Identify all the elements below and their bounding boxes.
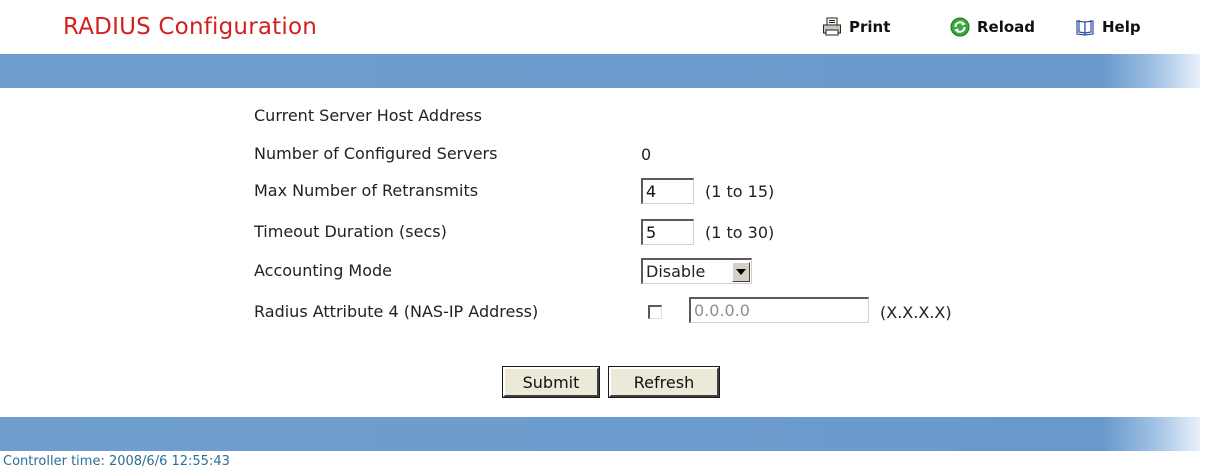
help-label: Help — [1102, 18, 1141, 36]
current-server-label: Current Server Host Address — [254, 106, 482, 125]
refresh-button[interactable]: Refresh — [608, 366, 720, 398]
submit-button[interactable]: Submit — [502, 366, 600, 398]
footer-band — [0, 417, 1200, 451]
nas-ip-label: Radius Attribute 4 (NAS-IP Address) — [254, 302, 539, 321]
radius-configuration-page: RADIUS Configuration Print Reload Help C… — [0, 0, 1227, 472]
nas-ip-checkbox[interactable] — [648, 305, 662, 319]
num-servers-label: Number of Configured Servers — [254, 144, 498, 163]
timeout-label: Timeout Duration (secs) — [254, 222, 447, 241]
accounting-mode-label: Accounting Mode — [254, 261, 393, 280]
printer-icon — [822, 17, 842, 37]
controller-time: Controller time: 2008/6/6 12:55:43 — [3, 454, 230, 469]
print-link[interactable]: Print — [822, 14, 890, 40]
reload-link[interactable]: Reload — [950, 14, 1035, 40]
accounting-mode-value: Disable — [646, 261, 706, 281]
timeout-input[interactable] — [641, 219, 694, 245]
max-retransmits-range: (1 to 15) — [705, 182, 775, 201]
nas-ip-format: (X.X.X.X) — [880, 303, 952, 322]
chevron-down-icon[interactable] — [732, 261, 750, 282]
nas-ip-input[interactable] — [689, 297, 869, 323]
page-title: RADIUS Configuration — [63, 14, 318, 40]
reload-icon — [950, 17, 970, 37]
header-band — [0, 54, 1200, 88]
accounting-mode-select[interactable]: Disable — [641, 258, 752, 284]
help-book-icon — [1075, 17, 1095, 37]
print-label: Print — [849, 18, 891, 36]
help-link[interactable]: Help — [1075, 14, 1141, 40]
max-retransmits-input[interactable] — [641, 178, 694, 204]
num-servers-value: 0 — [641, 145, 652, 164]
max-retransmits-label: Max Number of Retransmits — [254, 181, 479, 200]
timeout-range: (1 to 30) — [705, 223, 775, 242]
reload-label: Reload — [977, 18, 1036, 36]
